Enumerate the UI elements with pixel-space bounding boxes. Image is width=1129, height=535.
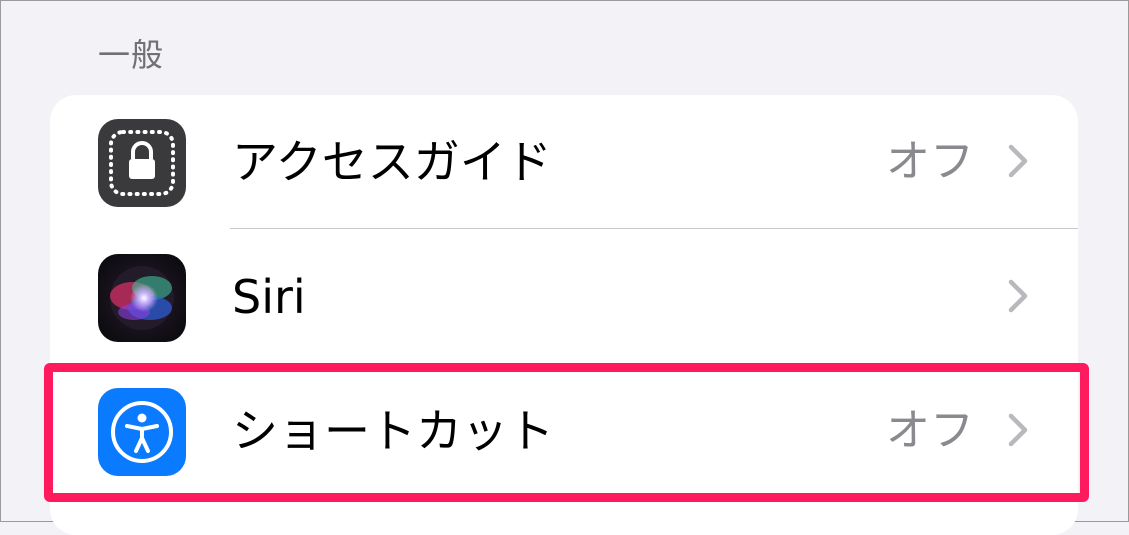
chevron-right-icon <box>1008 144 1028 178</box>
accessibility-shortcut-row[interactable]: ショートカット オフ <box>50 364 1078 498</box>
accessibility-shortcut-value: オフ <box>886 405 974 456</box>
accessibility-shortcut-label: ショートカット <box>232 404 554 458</box>
section-header-general: 一般 <box>98 36 165 74</box>
row-separator <box>230 228 1078 229</box>
accessibility-person-icon <box>98 388 186 476</box>
guided-access-label: アクセスガイド <box>232 135 552 189</box>
siri-icon <box>98 254 186 342</box>
chevron-right-icon <box>1008 279 1028 313</box>
guided-access-value: オフ <box>886 136 974 187</box>
guided-access-lock-icon <box>98 119 186 207</box>
guided-access-row[interactable]: アクセスガイド オフ <box>50 95 1078 229</box>
siri-label: Siri <box>232 270 306 324</box>
siri-row[interactable]: Siri <box>50 230 1078 364</box>
chevron-right-icon <box>1008 413 1028 447</box>
